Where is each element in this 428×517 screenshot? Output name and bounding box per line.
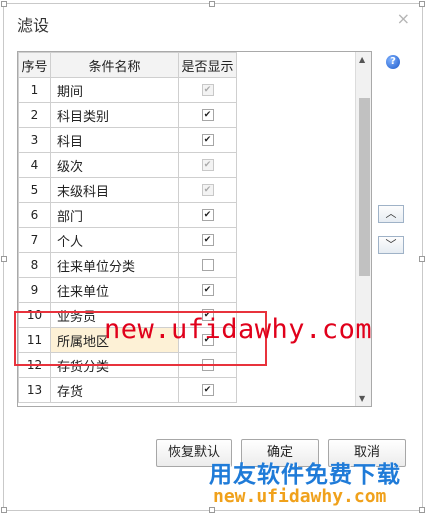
visible-checkbox[interactable] — [201, 284, 214, 296]
visible-checkbox — [201, 159, 214, 171]
table-row[interactable]: 2 科目类别 — [18, 102, 237, 128]
table-row[interactable]: 1 期间 — [18, 77, 237, 103]
resize-handle-right[interactable] — [419, 256, 425, 262]
chevron-down-icon: ﹀ — [385, 238, 397, 251]
row-visible-cell — [178, 77, 237, 103]
scroll-down-arrow-icon[interactable]: ▼ — [359, 394, 365, 403]
row-visible-cell — [178, 152, 237, 178]
visible-checkbox[interactable] — [201, 384, 214, 396]
row-visible-cell — [178, 177, 237, 203]
scroll-up-arrow-icon[interactable]: ▲ — [359, 55, 365, 64]
row-visible-cell — [178, 102, 237, 128]
row-condition-name[interactable]: 个人 — [50, 227, 179, 253]
row-visible-cell — [178, 227, 237, 253]
row-condition-name[interactable]: 期间 — [50, 77, 179, 103]
row-seq: 4 — [18, 152, 51, 178]
row-visible-cell — [178, 377, 237, 403]
row-condition-name[interactable]: 末级科目 — [50, 177, 179, 203]
row-visible-cell — [178, 202, 237, 228]
row-seq: 2 — [18, 102, 51, 128]
row-condition-name[interactable]: 部门 — [50, 202, 179, 228]
watermark-url: new.ufidawhy.com — [104, 314, 373, 345]
row-condition-name[interactable]: 往来单位分类 — [50, 252, 179, 278]
table-header-row: 序号 条件名称 是否显示 — [18, 52, 237, 78]
scrollbar-thumb[interactable] — [359, 98, 370, 276]
table-row[interactable]: 8 往来单位分类 — [18, 252, 237, 278]
visible-checkbox — [201, 184, 214, 196]
table-row[interactable]: 3 科目 — [18, 127, 237, 153]
header-visible: 是否显示 — [178, 52, 237, 78]
close-icon[interactable]: × — [397, 9, 410, 28]
row-seq: 13 — [18, 377, 51, 403]
resize-handle-top-right[interactable] — [419, 1, 425, 7]
move-up-button[interactable]: ︿ — [378, 205, 404, 223]
vertical-scrollbar[interactable]: ▲ ▼ — [355, 52, 371, 406]
move-down-button[interactable]: ﹀ — [378, 236, 404, 254]
row-seq: 7 — [18, 227, 51, 253]
table-row[interactable]: 6 部门 — [18, 202, 237, 228]
help-icon[interactable]: ? — [386, 55, 400, 69]
header-condition-name: 条件名称 — [50, 52, 179, 78]
row-condition-name[interactable]: 级次 — [50, 152, 179, 178]
resize-handle-bottom-right[interactable] — [419, 507, 425, 513]
table-row[interactable]: 13 存货 — [18, 377, 237, 403]
row-seq: 8 — [18, 252, 51, 278]
watermark-url-small: new.ufidawhy.com — [213, 486, 387, 507]
resize-handle-bottom-left[interactable] — [1, 507, 7, 513]
row-visible-cell — [178, 252, 237, 278]
resize-handle-bottom[interactable] — [209, 507, 215, 513]
row-visible-cell — [178, 127, 237, 153]
table-row[interactable]: 7 个人 — [18, 227, 237, 253]
visible-checkbox[interactable] — [201, 134, 214, 146]
visible-checkbox[interactable] — [201, 109, 214, 121]
row-seq: 3 — [18, 127, 51, 153]
dialog-title: 滤设 — [17, 16, 50, 35]
row-visible-cell — [178, 277, 237, 303]
row-seq: 5 — [18, 177, 51, 203]
resize-handle-left[interactable] — [1, 256, 7, 262]
table-row[interactable]: 5 末级科目 — [18, 177, 237, 203]
row-seq: 1 — [18, 77, 51, 103]
row-condition-name[interactable]: 往来单位 — [50, 277, 179, 303]
table-row[interactable]: 4 级次 — [18, 152, 237, 178]
row-condition-name[interactable]: 科目类别 — [50, 102, 179, 128]
row-seq: 9 — [18, 277, 51, 303]
row-condition-name[interactable]: 存货 — [50, 377, 179, 403]
visible-checkbox[interactable] — [201, 209, 214, 221]
table-row[interactable]: 9 往来单位 — [18, 277, 237, 303]
chevron-up-icon: ︿ — [385, 207, 397, 220]
visible-checkbox[interactable] — [201, 259, 214, 271]
header-seq: 序号 — [18, 52, 51, 78]
row-condition-name[interactable]: 科目 — [50, 127, 179, 153]
row-seq: 6 — [18, 202, 51, 228]
visible-checkbox — [201, 84, 214, 96]
resize-handle-top[interactable] — [209, 1, 215, 7]
watermark-title: 用友软件免费下载 — [209, 462, 401, 488]
resize-handle-top-left[interactable] — [1, 1, 7, 7]
visible-checkbox[interactable] — [201, 234, 214, 246]
